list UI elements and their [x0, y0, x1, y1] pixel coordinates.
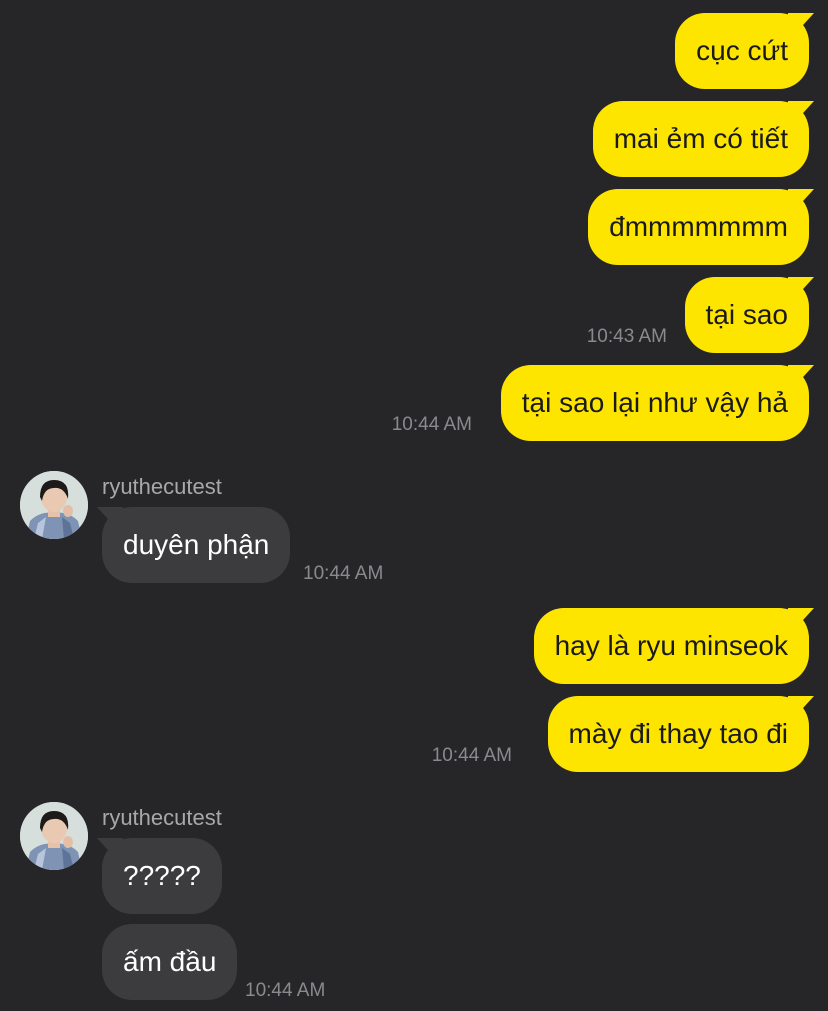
message-bubble-outgoing[interactable]: đmmmmmmm	[588, 189, 809, 265]
message-bubble-outgoing[interactable]: mày đi thay tao đi	[547, 696, 809, 772]
message-bubble-outgoing[interactable]: mai ẻm có tiết	[592, 101, 809, 177]
avatar-photo-icon	[20, 802, 88, 870]
message-bubble-outgoing[interactable]: tại sao lại như vậy hả	[500, 365, 809, 441]
message-bubble-incoming[interactable]: ấm đầu	[102, 924, 238, 1000]
message-timestamp: 10:44 AM	[391, 414, 472, 435]
message-timestamp: 10:43 AM	[586, 326, 667, 347]
avatar-photo-icon	[20, 471, 88, 539]
message-bubble-outgoing[interactable]: hay là ryu minseok	[533, 608, 809, 684]
sender-avatar[interactable]	[20, 802, 88, 870]
sender-name: ryuthecutest	[102, 474, 222, 499]
message-bubble-outgoing[interactable]: tại sao	[684, 277, 809, 353]
message-timestamp: 10:44 AM	[245, 980, 326, 1001]
sender-avatar[interactable]	[20, 471, 88, 539]
message-timestamp: 10:44 AM	[431, 745, 512, 766]
message-bubble-outgoing[interactable]: cục cứt	[675, 13, 809, 89]
message-bubble-incoming[interactable]: duyên phận	[102, 507, 291, 583]
message-bubble-incoming[interactable]: ?????	[102, 838, 222, 914]
sender-name: ryuthecutest	[102, 805, 222, 830]
message-timestamp: 10:44 AM	[303, 563, 384, 584]
